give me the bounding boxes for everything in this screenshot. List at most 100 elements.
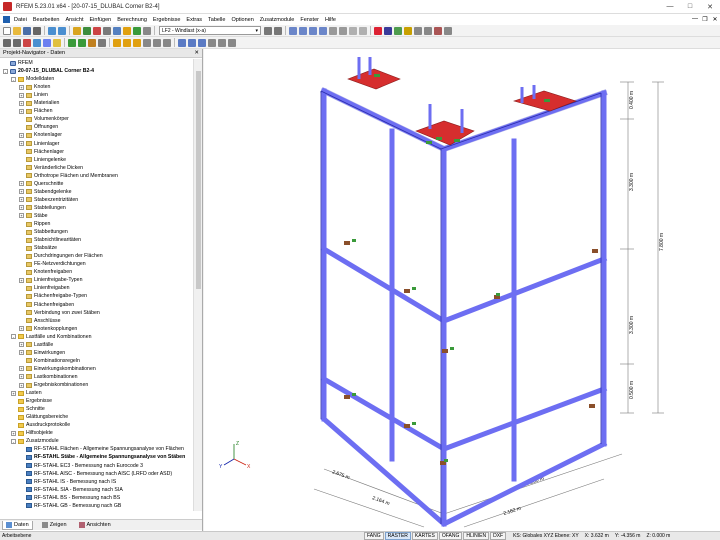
- tree-item[interactable]: Glättungsbereiche: [11, 413, 68, 421]
- expand-icon[interactable]: +: [19, 342, 24, 348]
- tree-item[interactable]: + Materialien: [19, 99, 59, 107]
- expand-icon[interactable]: +: [19, 326, 24, 332]
- model-3d-view[interactable]: 0.400 m 3.300 m 7.800 m 3.300 m 0.500 m …: [204, 49, 720, 531]
- node-icon[interactable]: [23, 38, 31, 47]
- tree-item[interactable]: + Einwirkungskombinationen: [19, 365, 96, 373]
- tree-item[interactable]: Flächenfreigabe-Typen: [19, 292, 87, 300]
- tree-item[interactable]: RF-STAHL BS - Bemessung nach BS: [19, 494, 120, 502]
- expand-icon[interactable]: +: [19, 277, 24, 283]
- collapse-icon[interactable]: -: [3, 68, 8, 74]
- tree-item[interactable]: + Stäbe: [19, 212, 48, 220]
- tab-ansichten[interactable]: Ansichten: [76, 521, 114, 530]
- tree-item[interactable]: FE-Netzverdichtungen: [19, 260, 86, 268]
- tree-item[interactable]: Linienfreigaben: [19, 284, 69, 292]
- mdi-restore-icon[interactable]: ❐: [700, 16, 710, 23]
- copy-icon[interactable]: [143, 38, 151, 47]
- scroll-thumb[interactable]: [196, 71, 201, 289]
- tree-item[interactable]: + Ergebniskombinationen: [19, 381, 88, 389]
- print-icon[interactable]: [33, 26, 41, 35]
- line-support-icon[interactable]: [78, 38, 86, 47]
- tree-item[interactable]: - 20-07-15_DLUBAL Corner B2-4: [3, 67, 94, 75]
- tree-item[interactable]: Durchdringungen der Flächen: [19, 252, 103, 260]
- check-icon[interactable]: [83, 26, 91, 35]
- guidelines-button[interactable]: HLINIEN: [463, 532, 490, 540]
- expand-icon[interactable]: +: [19, 205, 24, 211]
- layers-icon[interactable]: [208, 38, 216, 47]
- numbering-icon[interactable]: [424, 26, 432, 35]
- tree-item[interactable]: Rippen: [19, 220, 50, 228]
- grid-icon[interactable]: [414, 26, 422, 35]
- surface-load-icon[interactable]: [133, 38, 141, 47]
- tree-item[interactable]: - Zusatzmodule: [11, 437, 59, 445]
- menu-tabelle[interactable]: Tabelle: [208, 17, 225, 23]
- tree-item[interactable]: + Lastfälle: [19, 341, 53, 349]
- expand-icon[interactable]: +: [11, 390, 16, 396]
- tree-item[interactable]: + Stabteilungen: [19, 204, 66, 212]
- calculate-icon[interactable]: [113, 26, 121, 35]
- snap-button[interactable]: FANG: [364, 532, 384, 540]
- menu-bearbeiten[interactable]: Bearbeiten: [33, 17, 60, 23]
- nodal-support-icon[interactable]: [68, 38, 76, 47]
- tree-item[interactable]: Flächenlager: [19, 148, 64, 156]
- tree-item[interactable]: Öffnungen: [19, 123, 58, 131]
- rotate-icon[interactable]: [349, 26, 357, 35]
- guide-line-icon[interactable]: [198, 38, 206, 47]
- tree-item[interactable]: RF-STAHL IS - Bemessung nach IS: [19, 478, 116, 486]
- tree-item[interactable]: Flächenfreigaben: [19, 301, 74, 309]
- tree-item[interactable]: Stabnichtlinearitäten: [19, 236, 81, 244]
- next-loadcase-icon[interactable]: [274, 26, 282, 35]
- expand-icon[interactable]: +: [19, 100, 24, 106]
- tree-item[interactable]: Volumenkörper: [19, 115, 69, 123]
- close-panel-icon[interactable]: ✕: [194, 50, 199, 56]
- expand-icon[interactable]: +: [19, 92, 24, 98]
- zoom-icon[interactable]: [329, 26, 337, 35]
- tree-item[interactable]: Liniengelenke: [19, 156, 66, 164]
- expand-icon[interactable]: +: [19, 141, 24, 146]
- tree-item[interactable]: + Stabendgelenke: [19, 188, 72, 196]
- tree-item[interactable]: RF-STAHL Stäbe - Allgemeine Spannungsana…: [19, 453, 185, 461]
- tab-zeigen[interactable]: Zeigen: [39, 521, 70, 530]
- tree-item[interactable]: Veränderliche Dicken: [19, 164, 83, 172]
- tree-item[interactable]: + Hilfsobjekte: [11, 429, 53, 437]
- previous-loadcase-icon[interactable]: [264, 26, 272, 35]
- comment-icon[interactable]: [188, 38, 196, 47]
- tree-item[interactable]: Kombinationsregeln: [19, 357, 80, 365]
- tree-item[interactable]: - Modelldaten: [11, 75, 54, 83]
- tree-item[interactable]: + Linienfreigabe-Typen: [19, 276, 82, 284]
- tab-daten[interactable]: Daten: [2, 520, 33, 530]
- tree-item[interactable]: RF-STAHL EC3 - Bemessung nach Eurocode 3: [19, 462, 143, 470]
- menu-extras[interactable]: Extras: [186, 17, 202, 23]
- save-icon[interactable]: [23, 26, 31, 35]
- tree-item[interactable]: + Flächen: [19, 107, 52, 115]
- tree-item[interactable]: + Lastkombinationen: [19, 373, 78, 381]
- expand-icon[interactable]: +: [19, 132, 24, 138]
- tree-item[interactable]: RF-STAHL GB - Bemessung nach GB: [19, 502, 121, 510]
- tree-item[interactable]: Ergebnisse: [11, 397, 52, 405]
- tree-item[interactable]: Stabbettungen: [19, 228, 68, 236]
- expand-icon[interactable]: +: [19, 366, 24, 372]
- collapse-icon[interactable]: -: [11, 76, 16, 82]
- tree-item[interactable]: + Linienlager: [19, 140, 59, 148]
- table-icon[interactable]: [103, 26, 111, 35]
- dimension-icon[interactable]: [178, 38, 186, 47]
- edit-icon[interactable]: [73, 26, 81, 35]
- expand-icon[interactable]: +: [19, 374, 24, 380]
- visibility-icon[interactable]: [218, 38, 226, 47]
- tree-item[interactable]: Orthotrope Flächen und Membranen: [19, 172, 118, 180]
- expand-icon[interactable]: +: [19, 213, 24, 219]
- tree-item[interactable]: + Knoten: [19, 83, 50, 91]
- collapse-icon[interactable]: -: [11, 438, 16, 444]
- menu-optionen[interactable]: Optionen: [231, 17, 253, 23]
- select-icon[interactable]: [3, 38, 11, 47]
- new-file-icon[interactable]: [3, 26, 11, 35]
- expand-icon[interactable]: +: [11, 430, 16, 436]
- nodal-load-icon[interactable]: [113, 38, 121, 47]
- render-icon[interactable]: [374, 26, 382, 35]
- view-iso-icon[interactable]: [289, 26, 297, 35]
- menu-ansicht[interactable]: Ansicht: [65, 17, 83, 23]
- tree-item[interactable]: Knotenfreigaben: [19, 268, 72, 276]
- move-icon[interactable]: [13, 38, 21, 47]
- pan-icon[interactable]: [359, 26, 367, 35]
- grid-button[interactable]: RASTER: [384, 532, 411, 540]
- navigator-scrollbar[interactable]: [193, 59, 202, 511]
